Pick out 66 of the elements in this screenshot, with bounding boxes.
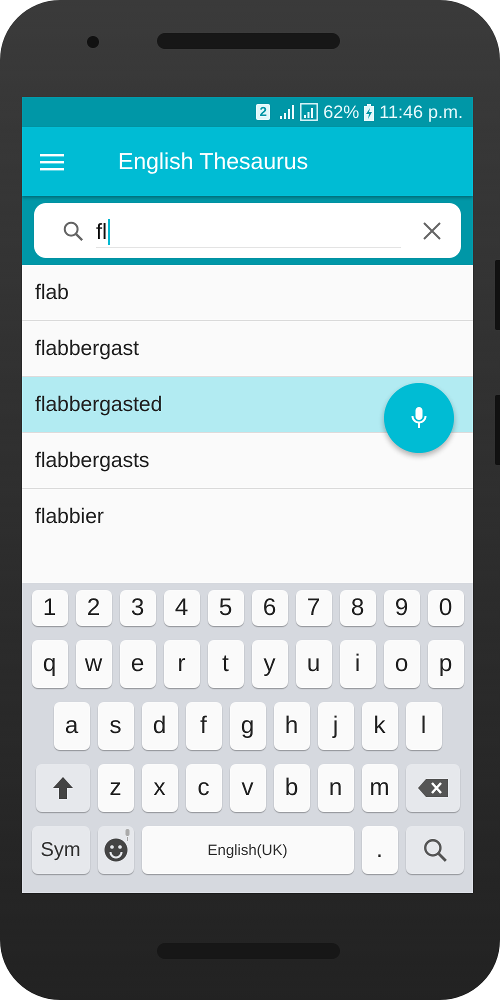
clock-time: 11:46 p.m. (379, 102, 463, 122)
keyboard-key[interactable]: 9 (384, 590, 420, 626)
keyboard-key[interactable]: o (384, 640, 420, 688)
backspace-icon (418, 779, 448, 797)
battery-charging-icon (364, 104, 374, 120)
result-item[interactable]: flabbier (22, 489, 377, 545)
keyboard-key[interactable]: a (54, 702, 90, 750)
result-item[interactable]: flab (22, 265, 377, 320)
keyboard-key[interactable]: d (142, 702, 178, 750)
keyboard-key[interactable]: 5 (208, 590, 244, 626)
battery-level: 62% (323, 102, 360, 122)
backspace-key[interactable] (406, 764, 460, 812)
keyboard-key[interactable]: y (252, 640, 288, 688)
keyboard-key[interactable]: n (318, 764, 354, 812)
keyboard-key[interactable]: b (274, 764, 310, 812)
search-icon (422, 837, 448, 863)
keyboard-key[interactable]: e (120, 640, 156, 688)
keyboard-key[interactable]: i (340, 640, 376, 688)
keyboard-key[interactable]: l (406, 702, 442, 750)
keyboard-key[interactable]: p (428, 640, 464, 688)
keyboard-key[interactable]: f (186, 702, 222, 750)
keyboard-key[interactable]: c (186, 764, 222, 812)
sim-badge: 2 (256, 104, 270, 120)
keyboard-key[interactable]: r (164, 640, 200, 688)
keyboard-key[interactable]: q (32, 640, 68, 688)
keyboard-key[interactable]: 1 (32, 590, 68, 626)
keyboard-key[interactable]: 3 (120, 590, 156, 626)
clear-button[interactable] (421, 220, 443, 242)
keyboard-key[interactable]: z (98, 764, 134, 812)
result-item[interactable]: flabbergast (22, 321, 377, 376)
keyboard-key[interactable]: 7 (296, 590, 332, 626)
keyboard-key[interactable]: . (362, 826, 398, 874)
keyboard-key[interactable]: x (142, 764, 178, 812)
shift-key[interactable] (36, 764, 90, 812)
camera-lens (87, 36, 99, 48)
keyboard-key[interactable]: h (274, 702, 310, 750)
keyboard-key[interactable]: m (362, 764, 398, 812)
result-item[interactable]: flabbergasts (22, 433, 377, 488)
keyboard-key[interactable]: t (208, 640, 244, 688)
app-title: English Thesaurus (118, 148, 308, 175)
keyboard-key[interactable]: 6 (252, 590, 288, 626)
arrow-up-icon (52, 776, 74, 800)
keyboard-key[interactable]: u (296, 640, 332, 688)
keyboard-key[interactable]: g (230, 702, 266, 750)
microphone-icon (124, 829, 130, 841)
search-icon (62, 220, 84, 242)
signal-icon (300, 103, 318, 121)
emoji-key[interactable] (98, 826, 134, 874)
keyboard-key[interactable]: 0 (428, 590, 464, 626)
keyboard-key[interactable]: v (230, 764, 266, 812)
signal-icon (279, 104, 296, 120)
close-icon (423, 222, 441, 240)
keyboard-key[interactable]: 2 (76, 590, 112, 626)
keyboard-key[interactable]: w (76, 640, 112, 688)
keyboard-key[interactable]: s (98, 702, 134, 750)
keyboard-key[interactable]: j (318, 702, 354, 750)
keyboard-key[interactable]: 8 (340, 590, 376, 626)
search-key[interactable] (406, 826, 464, 874)
keyboard-key[interactable]: 4 (164, 590, 200, 626)
symbols-key[interactable]: Sym (32, 826, 90, 874)
keyboard-key[interactable]: k (362, 702, 398, 750)
menu-icon (40, 152, 64, 170)
space-key[interactable]: English(UK) (142, 826, 354, 874)
text-cursor (108, 219, 110, 245)
microphone-icon (411, 406, 427, 430)
smiley-icon (104, 838, 128, 862)
